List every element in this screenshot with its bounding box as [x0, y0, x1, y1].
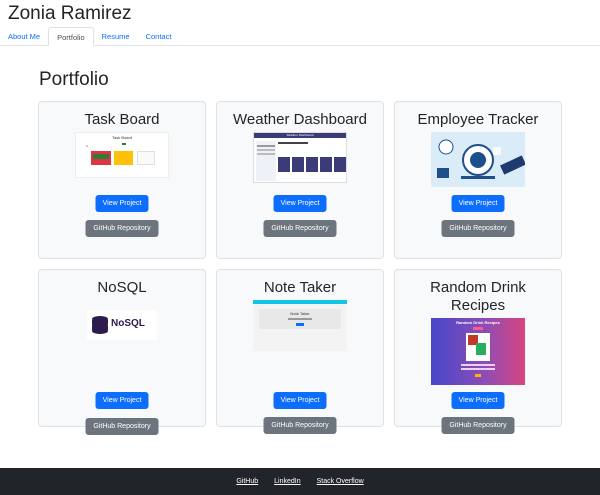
project-title: NoSQL [97, 279, 147, 296]
footer-link-github[interactable]: GitHub [236, 478, 258, 485]
view-project-button[interactable]: View Project [273, 392, 327, 409]
nav-resume[interactable]: Resume [94, 27, 138, 46]
project-title: Task Board [84, 111, 160, 128]
github-repository-button[interactable]: GitHub Repository [441, 220, 515, 237]
project-thumbnail: NoSQL [87, 310, 157, 340]
project-card-random-drink-recipes: Random Drink Recipes Random Drink Recipe… [394, 269, 562, 434]
github-repository-button[interactable]: GitHub Repository [441, 417, 515, 434]
nav-about-me[interactable]: About Me [0, 27, 48, 46]
github-repository-button[interactable]: GitHub Repository [85, 220, 159, 237]
employee-illustration-icon [437, 139, 525, 179]
project-thumbnail: Task Board [75, 132, 169, 178]
nav-contact[interactable]: Contact [138, 27, 180, 46]
view-project-button[interactable]: View Project [451, 195, 505, 212]
footer-link-stack-overflow[interactable]: Stack Overflow [317, 478, 364, 485]
project-card-note-taker: Note Taker Note Taker View Project GitHu… [216, 269, 384, 434]
page-title: Portfolio [39, 69, 109, 90]
footer-link-linkedin[interactable]: LinkedIn [274, 478, 300, 485]
view-project-button[interactable]: View Project [95, 195, 149, 212]
project-title: Random Drink Recipes [430, 279, 526, 314]
project-title: Weather Dashboard [233, 111, 367, 128]
thumb-caption: Weather Dashboard [254, 133, 346, 138]
main-nav: About Me Portfolio Resume Contact [0, 27, 179, 46]
view-project-button[interactable]: View Project [273, 195, 327, 212]
project-thumbnail: Weather Dashboard [253, 132, 347, 183]
view-project-button[interactable]: View Project [95, 392, 149, 409]
site-footer: GitHub LinkedIn Stack Overflow [0, 468, 600, 495]
github-repository-button[interactable]: GitHub Repository [263, 220, 337, 237]
github-repository-button[interactable]: GitHub Repository [85, 418, 159, 435]
project-card-task-board: Task Board Task Board View Project GitHu… [38, 101, 206, 259]
project-card-nosql: NoSQL NoSQL View Project GitHub Reposito… [38, 269, 206, 435]
thumb-caption: Random Drink Recipes [456, 320, 500, 325]
nav-portfolio[interactable]: Portfolio [48, 27, 94, 46]
thumb-caption: NoSQL [111, 318, 145, 329]
thumb-caption: Task Board [111, 135, 132, 140]
project-title: Note Taker [263, 279, 337, 296]
project-title: Employee Tracker [417, 111, 539, 128]
github-repository-button[interactable]: GitHub Repository [263, 417, 337, 434]
project-card-employee-tracker: Employee Tracker View Project GitHub Rep… [394, 101, 562, 259]
site-header: Zonia Ramirez About Me Portfolio Resume … [0, 0, 600, 46]
project-thumbnail [431, 132, 525, 187]
project-card-weather-dashboard: Weather Dashboard Weather Dashboard View… [216, 101, 384, 259]
database-icon [92, 316, 108, 334]
view-project-button[interactable]: View Project [451, 392, 505, 409]
project-thumbnail: Random Drink Recipes [431, 318, 525, 385]
site-name: Zonia Ramirez [8, 3, 132, 24]
thumb-caption: Note Taker [290, 311, 310, 316]
project-thumbnail: Note Taker [253, 300, 347, 351]
